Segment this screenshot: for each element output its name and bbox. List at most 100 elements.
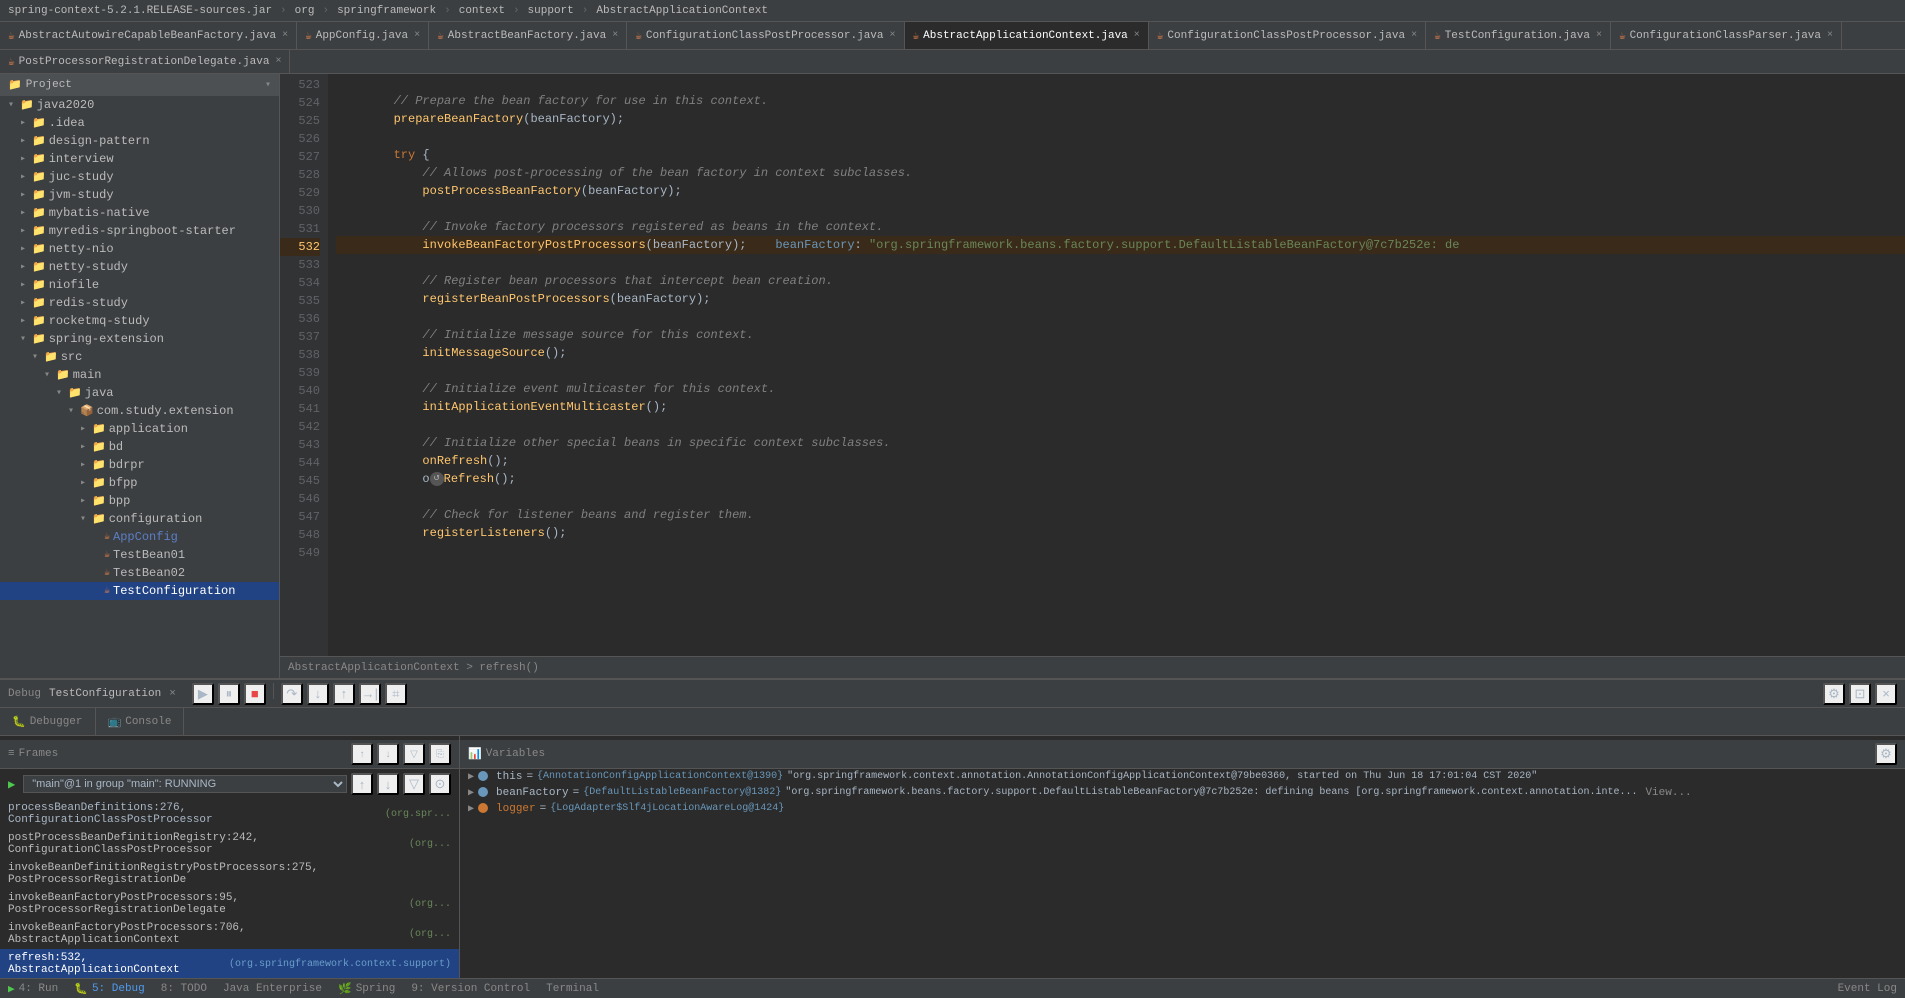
sidebar-item-idea[interactable]: ▸ 📁 .idea (0, 114, 279, 132)
expand-logger-icon[interactable]: ▶ (468, 803, 474, 815)
project-icon: 📁 (8, 78, 22, 92)
close-icon[interactable]: × (1827, 30, 1833, 41)
frame-item-1[interactable]: processBeanDefinitions:276, Configuratio… (0, 799, 459, 829)
step-out-button[interactable]: ↑ (333, 683, 355, 705)
sidebar-item-com-study-extension[interactable]: ▾ 📦 com.study.extension (0, 402, 279, 420)
event-log[interactable]: Event Log (1838, 983, 1897, 995)
tab-debugger[interactable]: 🐛 Debugger (0, 708, 96, 735)
view-link[interactable]: View... (1645, 787, 1691, 799)
sidebar-item-design-pattern[interactable]: ▸ 📁 design-pattern (0, 132, 279, 150)
var-beanFactory[interactable]: ▶ beanFactory = {DefaultListableBeanFact… (460, 785, 1905, 801)
tab-AbstractAutowireCapableBeanFactory[interactable]: ☕ AbstractAutowireCapableBeanFactory.jav… (0, 22, 297, 49)
sidebar-item-netty-nio[interactable]: ▸ 📁 netty-nio (0, 240, 279, 258)
var-this[interactable]: ▶ this = {AnnotationConfigApplicationCon… (460, 769, 1905, 785)
sidebar-item-src[interactable]: ▾ 📁 src (0, 348, 279, 366)
sidebar-item-myredis[interactable]: ▸ 📁 myredis-springboot-starter (0, 222, 279, 240)
thread-up-button[interactable]: ↑ (351, 773, 373, 795)
code-content[interactable]: // Prepare the bean factory for use in t… (328, 74, 1905, 656)
tab-PostProcessorRegistrationDelegate[interactable]: ☕ PostProcessorRegistrationDelegate.java… (0, 50, 290, 73)
pause-button[interactable]: ⏸ (218, 683, 240, 705)
variables-icon: 📊 (468, 747, 482, 761)
sidebar-item-java[interactable]: ▾ 📁 java (0, 384, 279, 402)
frame-item-3[interactable]: invokeBeanDefinitionRegistryPostProcesso… (0, 859, 459, 889)
java-icon: ☕ (437, 29, 444, 43)
run-tab[interactable]: ▶ 4: Run (8, 982, 58, 996)
sidebar-item-main[interactable]: ▾ 📁 main (0, 366, 279, 384)
var-logger[interactable]: ▶ logger = {LogAdapter$Slf4jLocationAwar… (460, 801, 1905, 817)
stop-button[interactable]: ■ (244, 683, 266, 705)
tab-AppConfig[interactable]: ☕ AppConfig.java × (297, 22, 429, 49)
close-icon[interactable]: × (612, 30, 618, 41)
debug-tab-status[interactable]: 🐛 5: Debug (74, 982, 145, 996)
frames-copy-button[interactable]: ⎘ (429, 743, 451, 765)
sidebar-item-application[interactable]: ▸ 📁 application (0, 420, 279, 438)
sidebar-item-TestConfiguration[interactable]: ☕ TestConfiguration (0, 582, 279, 600)
frame-item-2[interactable]: postProcessBeanDefinitionRegistry:242, C… (0, 829, 459, 859)
sidebar-item-TestBean01[interactable]: ☕ TestBean01 (0, 546, 279, 564)
sidebar-item-spring-extension[interactable]: ▾ 📁 spring-extension (0, 330, 279, 348)
tab-ConfigurationClassParser[interactable]: ☕ ConfigurationClassParser.java × (1611, 22, 1842, 49)
debug-close-btn[interactable]: × (169, 688, 176, 700)
todo-tab[interactable]: 8: TODO (161, 983, 207, 995)
tab-AbstractBeanFactory[interactable]: ☕ AbstractBeanFactory.java × (429, 22, 627, 49)
thread-filter-button[interactable]: ▽ (403, 773, 425, 795)
sidebar-item-bpp[interactable]: ▸ 📁 bpp (0, 492, 279, 510)
sidebar-item-niofile[interactable]: ▸ 📁 niofile (0, 276, 279, 294)
close-panel-button[interactable]: × (1875, 683, 1897, 705)
frame-item-4[interactable]: invokeBeanFactoryPostProcessors:95, Post… (0, 889, 459, 919)
tab-AbstractApplicationContext[interactable]: ☕ AbstractApplicationContext.java × (905, 22, 1149, 49)
tab-ConfigurationClassPostProcessor2[interactable]: ☕ ConfigurationClassPostProcessor.java × (1149, 22, 1426, 49)
run-to-cursor-button[interactable]: →| (359, 683, 381, 705)
close-icon[interactable]: × (282, 30, 288, 41)
frames-filter-button[interactable]: ▽ (403, 743, 425, 765)
close-icon[interactable]: × (414, 30, 420, 41)
java-enterprise-tab[interactable]: Java Enterprise (223, 983, 322, 995)
spring-tab[interactable]: 🌿 Spring (338, 982, 395, 996)
code-editor: 523 524 525 526 527 528 529 530 531 532 … (280, 74, 1905, 678)
terminal-tab[interactable]: Terminal (546, 983, 599, 995)
sidebar-item-redis-study[interactable]: ▸ 📁 redis-study (0, 294, 279, 312)
close-icon[interactable]: × (275, 56, 281, 67)
code-line-538: initMessageSource(); (336, 344, 1905, 362)
sidebar-item-bfpp[interactable]: ▸ 📁 bfpp (0, 474, 279, 492)
thread-selector[interactable]: "main"@1 in group "main": RUNNING (23, 775, 347, 793)
code-line-531: // Invoke factory processors registered … (336, 218, 1905, 236)
close-icon[interactable]: × (1134, 30, 1140, 41)
sidebar-item-mybatis-native[interactable]: ▸ 📁 mybatis-native (0, 204, 279, 222)
sidebar-item-interview[interactable]: ▸ 📁 interview (0, 150, 279, 168)
sidebar-item-bdrpr[interactable]: ▸ 📁 bdrpr (0, 456, 279, 474)
sidebar-item-AppConfig[interactable]: ☕ AppConfig (0, 528, 279, 546)
close-icon[interactable]: × (1411, 30, 1417, 41)
frames-down-button[interactable]: ↓ (377, 743, 399, 765)
close-icon[interactable]: × (890, 30, 896, 41)
java-icon: ☕ (1619, 29, 1626, 43)
sidebar-item-java2020[interactable]: ▾ 📁 java2020 (0, 96, 279, 114)
thread-down-button[interactable]: ↓ (377, 773, 399, 795)
restore-button[interactable]: ⊡ (1849, 683, 1871, 705)
sidebar-item-jvm-study[interactable]: ▸ 📁 jvm-study (0, 186, 279, 204)
sidebar-item-bd[interactable]: ▸ 📁 bd (0, 438, 279, 456)
sidebar-item-netty-study[interactable]: ▸ 📁 netty-study (0, 258, 279, 276)
resume-button[interactable]: ▶ (192, 683, 214, 705)
step-over-button[interactable]: ↷ (281, 683, 303, 705)
tab-TestConfiguration[interactable]: ☕ TestConfiguration.java × (1426, 22, 1611, 49)
evaluate-button[interactable]: ⌗ (385, 683, 407, 705)
sidebar-item-rocketmq-study[interactable]: ▸ 📁 rocketmq-study (0, 312, 279, 330)
sidebar-item-juc-study[interactable]: ▸ 📁 juc-study (0, 168, 279, 186)
code-area[interactable]: 523 524 525 526 527 528 529 530 531 532 … (280, 74, 1905, 656)
expand-beanFactory-icon[interactable]: ▶ (468, 787, 474, 799)
step-into-button[interactable]: ↓ (307, 683, 329, 705)
expand-this-icon[interactable]: ▶ (468, 771, 474, 783)
frames-up-button[interactable]: ↑ (351, 743, 373, 765)
version-control-tab[interactable]: 9: Version Control (411, 983, 530, 995)
frame-item-6-active[interactable]: refresh:532, AbstractApplicationContext … (0, 949, 459, 978)
tab-ConfigurationClassPostProcessor1[interactable]: ☕ ConfigurationClassPostProcessor.java × (627, 22, 904, 49)
frame-item-5[interactable]: invokeBeanFactoryPostProcessors:706, Abs… (0, 919, 459, 949)
settings-button[interactable]: ⚙ (1823, 683, 1845, 705)
sidebar-item-TestBean02[interactable]: ☕ TestBean02 (0, 564, 279, 582)
tab-console[interactable]: 📺 Console (96, 708, 185, 735)
sidebar-item-configuration[interactable]: ▾ 📁 configuration (0, 510, 279, 528)
close-icon[interactable]: × (1596, 30, 1602, 41)
thread-action-button[interactable]: ⊙ (429, 773, 451, 795)
vars-settings-button[interactable]: ⚙ (1875, 743, 1897, 765)
